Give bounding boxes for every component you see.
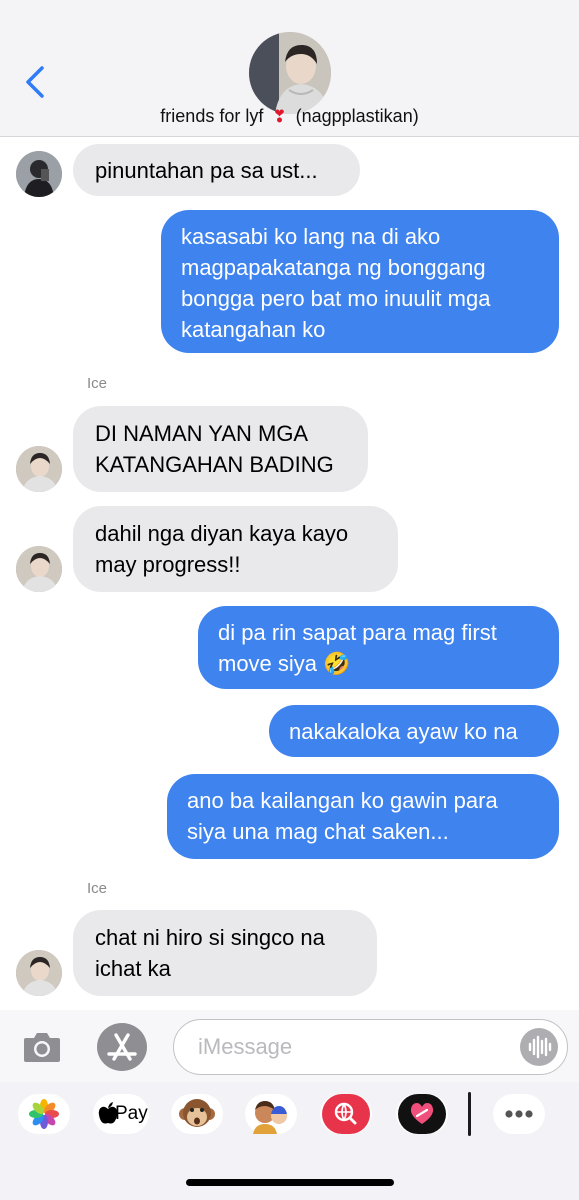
more-apps-button[interactable] (493, 1094, 545, 1134)
message-input[interactable] (198, 1032, 498, 1062)
message-line: DI NAMAN YAN MGA (95, 421, 309, 446)
message-text: pinuntahan pa sa ust... (95, 158, 318, 183)
sender-avatar[interactable] (16, 950, 62, 996)
group-name: friends for lyf (160, 106, 264, 126)
dictation-button[interactable] (520, 1028, 558, 1066)
sender-avatar[interactable] (16, 446, 62, 492)
home-indicator[interactable] (186, 1179, 394, 1186)
digital-touch-button[interactable] (396, 1094, 448, 1134)
message-bubble-outgoing[interactable]: kasasabi ko lang na di ako magpapakatang… (161, 210, 559, 353)
group-photo (249, 32, 331, 114)
rofl-emoji-icon: 🤣 (323, 651, 351, 676)
message-bubble-incoming[interactable]: DI NAMAN YAN MGA KATANGAHAN BADING (73, 406, 368, 492)
message-line: di pa rin sapat para mag first (218, 620, 497, 645)
image-search-button[interactable] (320, 1094, 372, 1134)
conversation-header: friends for lyf ❣ (nagpplastikan) (0, 0, 579, 137)
avatar-photo (16, 546, 62, 592)
back-button[interactable] (22, 62, 52, 102)
camera-button[interactable] (22, 1030, 62, 1064)
waveform-icon (528, 1035, 552, 1059)
monkey-memoji-icon (179, 1099, 215, 1127)
message-bubble-incoming[interactable]: pinuntahan pa sa ust... (73, 144, 360, 196)
message-thread[interactable]: pinuntahan pa sa ust... kasasabi ko lang… (0, 138, 579, 1010)
message-bubble-outgoing[interactable]: ano ba kailangan ko gawin para siya una … (167, 774, 559, 859)
memoji-group-button[interactable] (245, 1094, 297, 1134)
message-line: magpapakatanga ng bonggang (181, 255, 486, 280)
group-avatar[interactable] (249, 32, 331, 114)
photos-app-button[interactable] (18, 1094, 70, 1134)
avatar-photo (16, 446, 62, 492)
message-field[interactable] (173, 1019, 568, 1075)
globe-search-icon (322, 1094, 370, 1134)
message-line: KATANGAHAN BADING (95, 452, 334, 477)
message-line: bongga pero bat mo inuulit mga (181, 286, 491, 311)
message-bubble-incoming[interactable]: dahil nga diyan kaya kayo may progress!! (73, 506, 398, 592)
camera-icon (24, 1033, 60, 1062)
message-line: ichat ka (95, 956, 171, 981)
message-line: katangahan ko (181, 317, 326, 342)
group-title[interactable]: friends for lyf ❣ (nagpplastikan) (0, 106, 579, 127)
compose-bar (0, 1010, 579, 1082)
message-line: may progress!! (95, 552, 241, 577)
message-line: kasasabi ko lang na di ako (181, 224, 441, 249)
app-drawer: Pay (0, 1082, 579, 1200)
drawer-divider (468, 1092, 471, 1136)
message-line: dahil nga diyan kaya kayo (95, 521, 349, 546)
heart-touch-icon (398, 1094, 446, 1134)
message-line: siya una mag chat saken... (187, 819, 449, 844)
sender-avatar[interactable] (16, 151, 62, 197)
message-line: chat ni hiro si singco na (95, 925, 325, 950)
message-line-with-emoji: move siya 🤣 (218, 648, 537, 679)
app-store-button[interactable] (97, 1023, 147, 1071)
message-line: ano ba kailangan ko gawin para (187, 788, 498, 813)
apple-pay-label: Pay (115, 1103, 148, 1124)
message-bubble-outgoing[interactable]: di pa rin sapat para mag first move siya… (198, 606, 559, 689)
message-text: nakakaloka ayaw ko na (289, 719, 518, 744)
message-line: move siya (218, 651, 318, 676)
group-note: (nagpplastikan) (295, 106, 419, 126)
apple-pay-button[interactable]: Pay (93, 1094, 149, 1134)
avatar-photo (16, 151, 62, 197)
message-bubble-incoming[interactable]: chat ni hiro si singco na ichat ka (73, 910, 377, 996)
app-store-icon (107, 1033, 137, 1061)
message-bubble-outgoing[interactable]: nakakaloka ayaw ko na (269, 705, 559, 757)
memoji-monkey-button[interactable] (171, 1094, 223, 1134)
avatar-photo (16, 950, 62, 996)
sender-name: Ice (87, 375, 108, 392)
chevron-left-icon (26, 66, 44, 98)
sender-name: Ice (87, 880, 108, 897)
ellipsis-icon (505, 1110, 533, 1118)
heart-emoji-icon: ❣ (272, 107, 287, 126)
memoji-group-icon (253, 1101, 287, 1134)
photos-icon (29, 1099, 59, 1129)
sender-avatar[interactable] (16, 546, 62, 592)
